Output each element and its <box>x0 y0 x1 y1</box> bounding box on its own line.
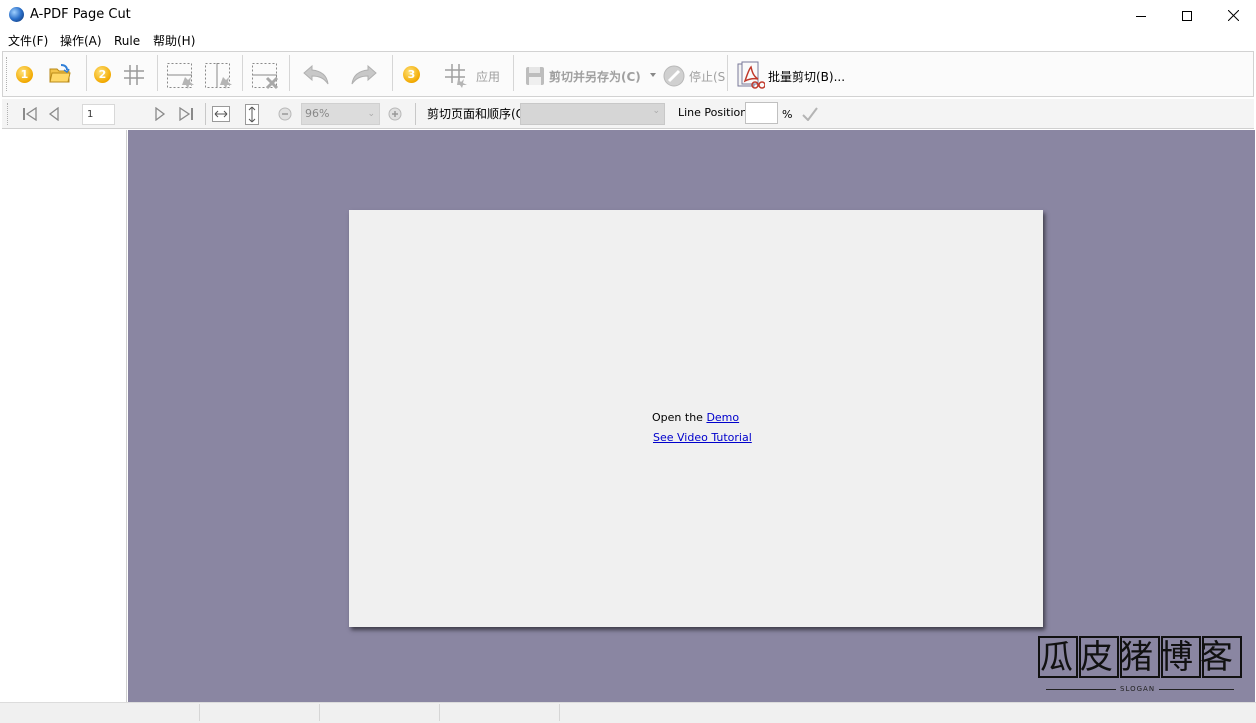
confirm-line-position-button[interactable] <box>802 107 818 124</box>
batch-cut-icon <box>737 61 766 89</box>
menu-bar: 文件(F) 操作(A) Rule 帮助(H) <box>0 31 1256 51</box>
chevron-down-icon: ⌄ <box>652 106 660 116</box>
watermark-slogan: SLOGAN <box>1116 684 1160 694</box>
window-title: A-PDF Page Cut <box>30 7 131 22</box>
fit-width-icon <box>212 106 230 122</box>
status-cell <box>0 704 200 721</box>
status-cell <box>320 704 440 721</box>
save-icon <box>526 67 544 85</box>
toolbar-separator <box>415 103 416 125</box>
apply-button-label[interactable]: 应用 <box>476 69 500 85</box>
menu-help[interactable]: 帮助(H) <box>153 33 195 49</box>
cut-order-label: 剪切页面和顺序(O <box>427 107 520 121</box>
stop-button[interactable]: 停止(S <box>689 69 725 85</box>
maximize-icon <box>1182 10 1192 21</box>
line-position-input[interactable] <box>745 102 778 124</box>
close-icon <box>1227 10 1239 21</box>
apply-grid-button[interactable] <box>444 63 470 92</box>
stop-icon-wrap[interactable] <box>663 65 685 90</box>
page-canvas[interactable]: Open the Demo See Video Tutorial <box>349 210 1043 627</box>
thumbnail-panel[interactable] <box>0 130 127 702</box>
step-3-badge: 3 <box>403 66 420 83</box>
status-cell <box>440 704 560 721</box>
demo-link[interactable]: Demo <box>706 411 739 424</box>
open-prefix-text: Open the <box>652 411 703 424</box>
add-horizontal-cut-button[interactable] <box>204 62 234 93</box>
apply-grid-icon <box>445 64 467 88</box>
zoom-in-button[interactable] <box>388 107 402 124</box>
undo-icon <box>303 64 329 85</box>
watermark-text: 瓜皮猪博客 <box>1040 637 1240 676</box>
toolbar-grip[interactable] <box>7 103 9 125</box>
zoom-in-icon <box>388 107 402 121</box>
menu-rule[interactable]: Rule <box>114 33 140 49</box>
batch-cut-icon-wrap[interactable] <box>737 61 766 94</box>
chevron-down-icon[interactable] <box>650 73 656 77</box>
delete-cut-icon <box>252 63 279 90</box>
add-vertical-cut-button[interactable] <box>166 62 196 93</box>
redo-icon <box>351 64 377 85</box>
menu-file[interactable]: 文件(F) <box>8 33 48 49</box>
fit-height-icon <box>245 104 259 125</box>
watermark: 瓜皮猪博客 SLOGAN <box>1038 636 1242 696</box>
next-page-button[interactable] <box>154 106 166 124</box>
title-bar: A-PDF Page Cut <box>0 0 1256 31</box>
zoom-value: 96% <box>305 107 330 120</box>
first-page-button[interactable] <box>22 106 38 124</box>
next-page-icon <box>155 106 166 122</box>
previous-page-button[interactable] <box>48 106 60 124</box>
maximize-button[interactable] <box>1164 0 1210 31</box>
page-number-input[interactable]: 1 <box>82 104 115 125</box>
delete-cut-button[interactable] <box>251 62 281 93</box>
toolbar-separator <box>513 55 514 91</box>
toolbar-separator <box>242 55 243 91</box>
toolbar-separator <box>205 103 206 125</box>
line-position-label: Line Position: <box>678 106 751 119</box>
save-icon-wrap[interactable] <box>525 66 545 89</box>
step-2-badge: 2 <box>94 66 111 83</box>
cut-save-as-button[interactable]: 剪切并另存为(C) <box>549 69 641 85</box>
video-tutorial-link[interactable]: See Video Tutorial <box>653 431 752 445</box>
menu-operation[interactable]: 操作(A) <box>60 33 102 49</box>
zoom-out-button[interactable] <box>278 107 292 124</box>
status-cell <box>200 704 320 721</box>
minimize-icon <box>1136 15 1146 17</box>
last-page-button[interactable] <box>178 106 194 124</box>
add-horizontal-cut-icon <box>205 63 232 89</box>
toolbar-grip[interactable] <box>6 57 8 91</box>
previous-page-icon <box>48 106 59 122</box>
toolbar-separator <box>392 55 393 91</box>
percent-label: % <box>782 108 793 121</box>
chevron-down-icon: ⌄ <box>367 109 375 119</box>
batch-cut-button[interactable]: 批量剪切(B)... <box>768 69 845 85</box>
stop-icon <box>663 65 685 87</box>
toolbar-separator <box>86 55 87 91</box>
first-page-icon <box>23 106 37 122</box>
toolbar-separator <box>727 55 728 91</box>
open-file-button[interactable] <box>49 64 71 87</box>
zoom-select[interactable]: 96% ⌄ <box>301 103 380 125</box>
grid-button[interactable] <box>123 64 145 89</box>
cut-order-select[interactable]: ⌄ <box>520 103 665 125</box>
app-globe-icon <box>9 7 24 22</box>
fit-height-button[interactable] <box>245 104 259 128</box>
step-1-badge: 1 <box>16 66 33 83</box>
grid-icon <box>124 65 144 85</box>
toolbar-separator <box>289 55 290 91</box>
undo-button[interactable] <box>302 64 330 89</box>
toolbar-separator <box>157 55 158 91</box>
last-page-icon <box>179 106 193 122</box>
zoom-out-icon <box>278 107 292 121</box>
open-demo-line: Open the Demo <box>652 411 739 425</box>
checkmark-icon <box>802 107 818 122</box>
redo-button[interactable] <box>350 64 378 89</box>
fit-width-button[interactable] <box>212 106 230 125</box>
minimize-button[interactable] <box>1118 0 1164 31</box>
close-button[interactable] <box>1210 0 1256 31</box>
open-folder-icon <box>49 64 71 83</box>
add-vertical-cut-icon <box>167 63 194 89</box>
